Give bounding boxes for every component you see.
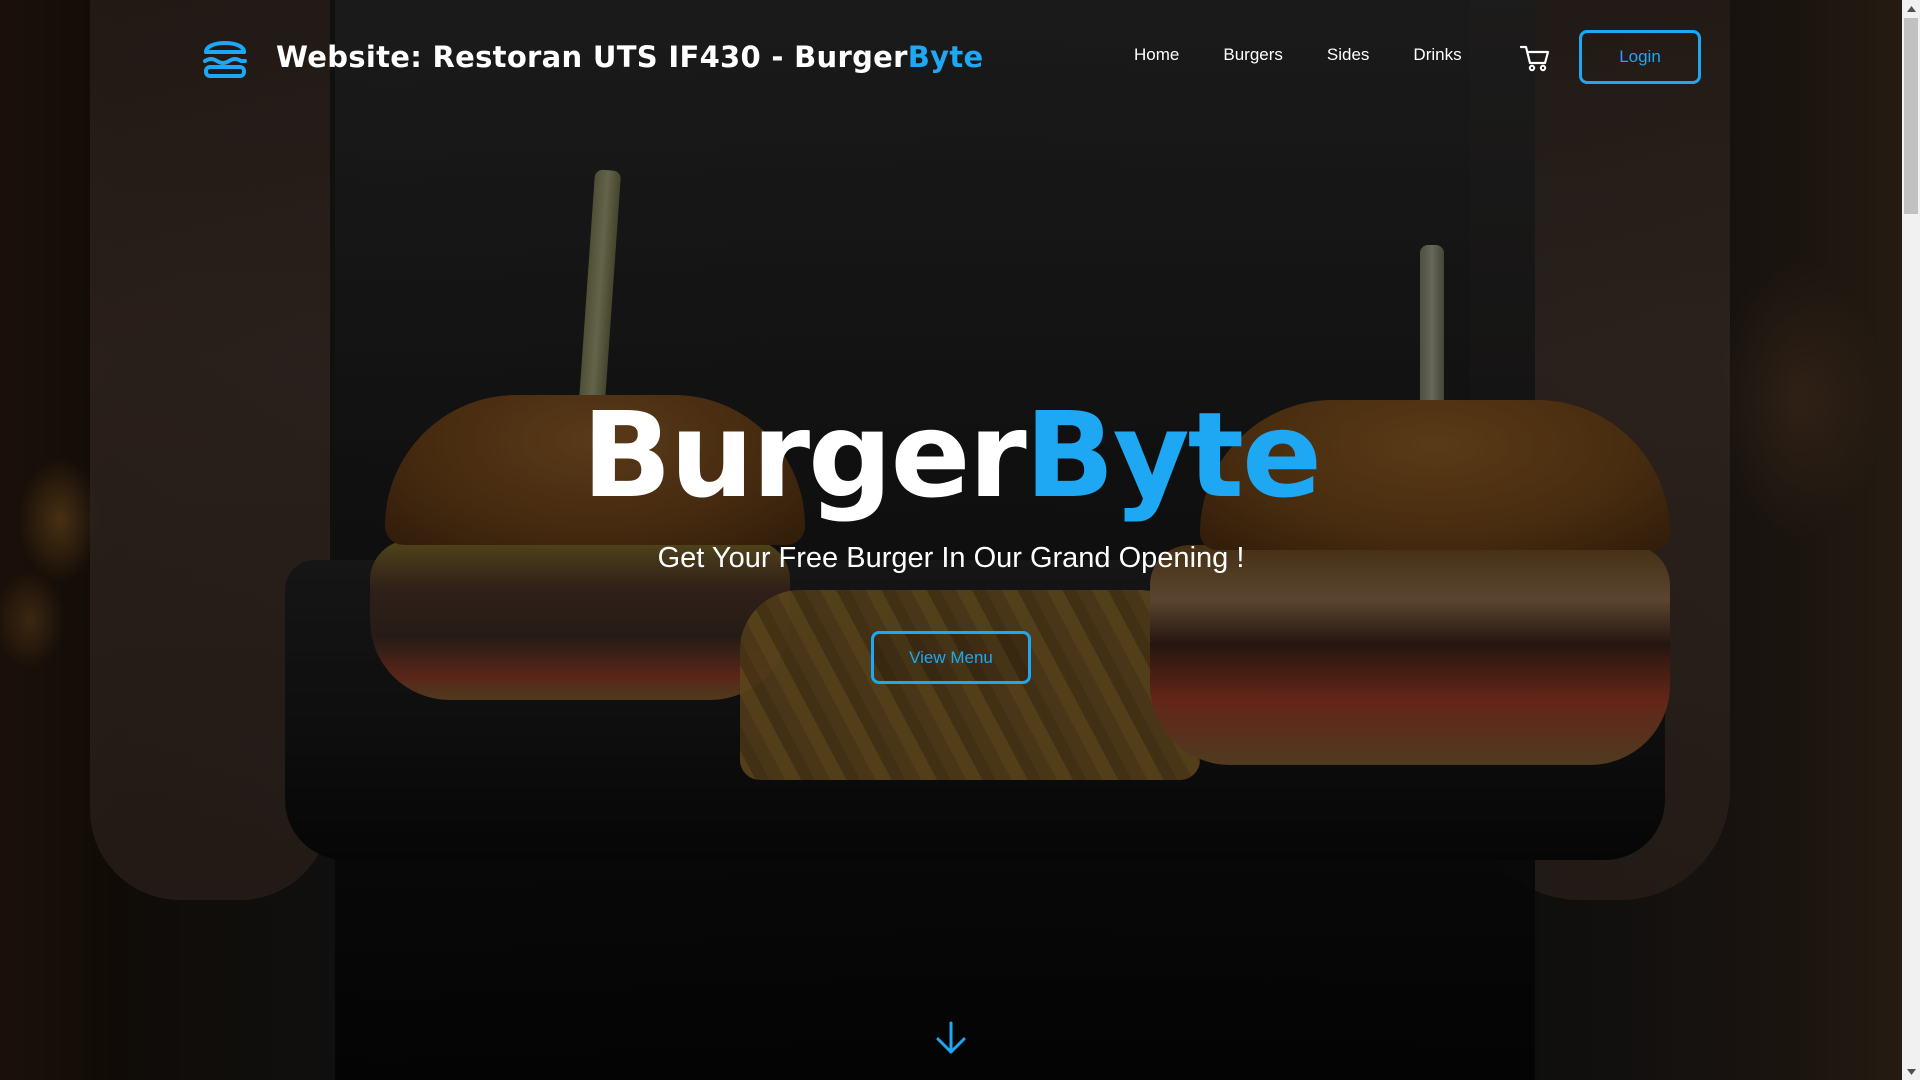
- nav-link-burgers[interactable]: Burgers: [1223, 45, 1283, 65]
- hero-title-main: Burger: [581, 386, 1027, 524]
- nav-link-drinks[interactable]: Drinks: [1413, 45, 1461, 65]
- arrow-down-icon[interactable]: [933, 1020, 969, 1056]
- hero-background: [0, 0, 1902, 1080]
- nav-links: Home Burgers Sides Drinks: [1134, 45, 1506, 65]
- hero-subtitle: Get Your Free Burger In Our Grand Openin…: [657, 542, 1245, 574]
- nav-link-home[interactable]: Home: [1134, 45, 1179, 65]
- brand[interactable]: Website: Restoran UTS IF430 - BurgerByte: [200, 32, 983, 82]
- view-menu-button[interactable]: View Menu: [871, 631, 1031, 684]
- scroll-down-arrow-icon[interactable]: [1902, 1063, 1920, 1080]
- site-title-accent: Byte: [907, 40, 984, 74]
- hero-title: BurgerByte: [0, 390, 1902, 520]
- scrollbar-thumb[interactable]: [1904, 18, 1918, 214]
- nav-link-sides[interactable]: Sides: [1327, 45, 1370, 65]
- page-scrollbar[interactable]: [1902, 0, 1920, 1080]
- scroll-up-arrow-icon[interactable]: [1902, 0, 1920, 17]
- hero-title-accent: Byte: [1024, 386, 1322, 524]
- shopping-cart-icon[interactable]: [1520, 44, 1550, 72]
- site-title: Website: Restoran UTS IF430 - BurgerByte: [276, 40, 983, 74]
- navbar: Website: Restoran UTS IF430 - BurgerByte…: [0, 0, 1902, 115]
- login-button[interactable]: Login: [1579, 30, 1701, 84]
- hero-dark-overlay: [0, 0, 1902, 1080]
- hamburger-icon: [203, 41, 247, 78]
- site-title-prefix: Website: Restoran UTS IF430 - Burger: [276, 40, 908, 74]
